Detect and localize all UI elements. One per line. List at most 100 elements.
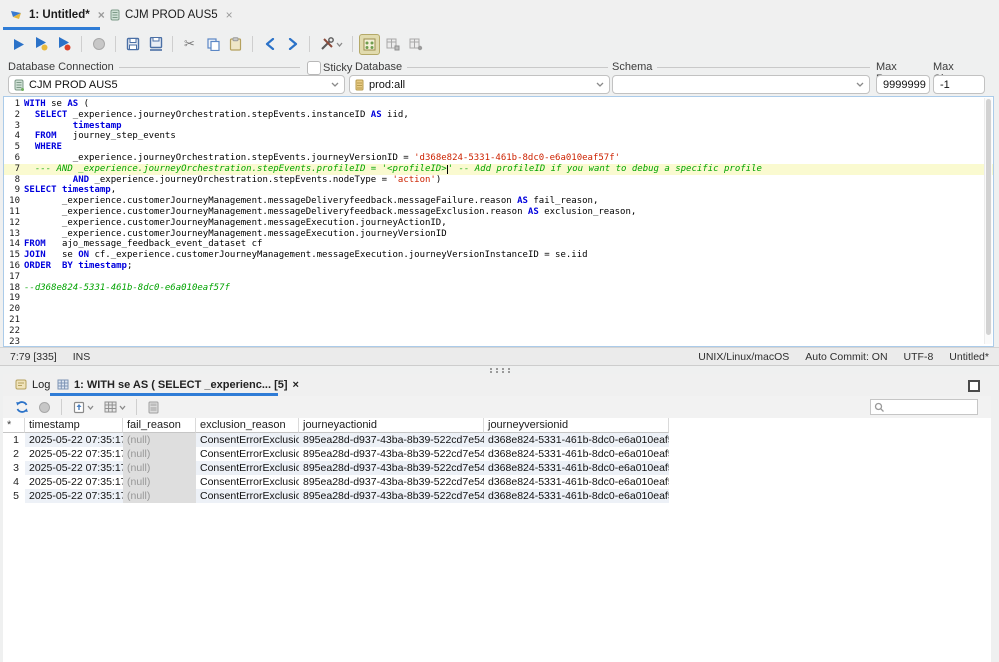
schema-dropdown[interactable]: [612, 75, 870, 94]
column-header-fail_reason[interactable]: fail_reason: [123, 418, 196, 433]
table-row[interactable]: 12025-05-22 07:35:17(null)ConsentErrorEx…: [3, 433, 669, 447]
editor-line[interactable]: 2 SELECT _experience.journeyOrchestratio…: [4, 110, 993, 121]
table-filter-icon[interactable]: [382, 34, 403, 55]
row-number[interactable]: 5: [3, 489, 25, 503]
back-icon[interactable]: [259, 34, 280, 55]
cell-exclusion_reason[interactable]: ConsentErrorExclusion: [196, 489, 299, 503]
view-mode-button[interactable]: [100, 397, 130, 418]
cell-journeyversionid[interactable]: d368e824-5331-461b-8dc0-e6a010eaf57f: [484, 447, 669, 461]
cell-timestamp[interactable]: 2025-05-22 07:35:17: [25, 433, 123, 447]
tools-menu-button[interactable]: [316, 34, 346, 55]
cell-journeyactionid[interactable]: 895ea28d-d937-43ba-8b39-522cd7e547cf: [299, 489, 484, 503]
table-row[interactable]: 32025-05-22 07:35:17(null)ConsentErrorEx…: [3, 461, 669, 475]
cell-journeyactionid[interactable]: 895ea28d-d937-43ba-8b39-522cd7e547cf: [299, 475, 484, 489]
cell-fail_reason[interactable]: (null): [123, 447, 196, 461]
editor-line[interactable]: 12 _experience.customerJourneyManagement…: [4, 218, 993, 229]
cell-fail_reason[interactable]: (null): [123, 489, 196, 503]
cell-timestamp[interactable]: 2025-05-22 07:35:17: [25, 489, 123, 503]
paste-icon[interactable]: [225, 34, 246, 55]
editor-line[interactable]: 3 timestamp: [4, 121, 993, 132]
cell-fail_reason[interactable]: (null): [123, 433, 196, 447]
cell-fail_reason[interactable]: (null): [123, 461, 196, 475]
cell-exclusion_reason[interactable]: ConsentErrorExclusion: [196, 433, 299, 447]
sticky-checkbox[interactable]: [307, 61, 321, 75]
editor-line[interactable]: 22: [4, 326, 993, 337]
column-header-timestamp[interactable]: timestamp: [25, 418, 123, 433]
editor-line[interactable]: 18--d368e824-5331-461b-8dc0-e6a010eaf57f: [4, 283, 993, 294]
connection-dropdown[interactable]: CJM PROD AUS5: [8, 75, 345, 94]
panel-splitter[interactable]: [0, 366, 999, 374]
table-lock-icon[interactable]: [405, 34, 426, 55]
editor-line[interactable]: 6 _experience.journeyOrchestration.stepE…: [4, 153, 993, 164]
editor-line[interactable]: 20: [4, 304, 993, 315]
maximize-panel-button[interactable]: [968, 380, 980, 392]
row-number[interactable]: 4: [3, 475, 25, 489]
cell-timestamp[interactable]: 2025-05-22 07:35:17: [25, 461, 123, 475]
tab-untitled[interactable]: 1: Untitled* ×: [6, 3, 109, 27]
export-data-button[interactable]: [68, 397, 98, 418]
close-icon[interactable]: ×: [293, 379, 299, 391]
editor-line[interactable]: 14FROM ajo_message_feedback_event_datase…: [4, 239, 993, 250]
close-icon[interactable]: ×: [98, 8, 105, 22]
row-number[interactable]: 1: [3, 433, 25, 447]
max-chars-input[interactable]: -1: [933, 75, 985, 94]
database-dropdown[interactable]: prod:all: [349, 75, 610, 94]
close-icon[interactable]: ×: [226, 8, 233, 22]
cell-timestamp[interactable]: 2025-05-22 07:35:17: [25, 475, 123, 489]
cell-timestamp[interactable]: 2025-05-22 07:35:17: [25, 447, 123, 461]
sql-editor[interactable]: 1WITH se AS (2 SELECT _experience.journe…: [3, 96, 994, 347]
editor-line[interactable]: 23: [4, 337, 993, 347]
cell-journeyversionid[interactable]: d368e824-5331-461b-8dc0-e6a010eaf57f: [484, 475, 669, 489]
editor-line[interactable]: 11 _experience.customerJourneyManagement…: [4, 207, 993, 218]
run-all-button[interactable]: [8, 34, 29, 55]
form-view-button[interactable]: [143, 397, 164, 418]
tab-connection[interactable]: CJM PROD AUS5 ×: [106, 3, 237, 27]
editor-line[interactable]: 16ORDER BY timestamp;: [4, 261, 993, 272]
save-button[interactable]: [122, 34, 143, 55]
editor-line[interactable]: 17: [4, 272, 993, 283]
editor-line[interactable]: 19: [4, 293, 993, 304]
column-header-exclusion_reason[interactable]: exclusion_reason: [196, 418, 299, 433]
column-header-journeyactionid[interactable]: journeyactionid: [299, 418, 484, 433]
table-row[interactable]: 42025-05-22 07:35:17(null)ConsentErrorEx…: [3, 475, 669, 489]
column-header-journeyversionid[interactable]: journeyversionid: [484, 418, 669, 433]
editor-line[interactable]: 15JOIN se ON cf._experience.customerJour…: [4, 250, 993, 261]
editor-line[interactable]: 1WITH se AS (: [4, 99, 993, 110]
editor-line[interactable]: 5 WHERE: [4, 142, 993, 153]
auto-completion-toggle[interactable]: [359, 34, 380, 55]
copy-icon[interactable]: [202, 34, 223, 55]
run-current-button[interactable]: [54, 34, 75, 55]
cell-fail_reason[interactable]: (null): [123, 475, 196, 489]
save-as-button[interactable]: [145, 34, 166, 55]
cancel-retrieve-button[interactable]: [34, 397, 55, 418]
editor-line[interactable]: 13 _experience.customerJourneyManagement…: [4, 229, 993, 240]
row-number[interactable]: 3: [3, 461, 25, 475]
max-rows-input[interactable]: 9999999: [876, 75, 930, 94]
cell-journeyactionid[interactable]: 895ea28d-d937-43ba-8b39-522cd7e547cf: [299, 461, 484, 475]
cell-exclusion_reason[interactable]: ConsentErrorExclusion: [196, 461, 299, 475]
cell-journeyactionid[interactable]: 895ea28d-d937-43ba-8b39-522cd7e547cf: [299, 433, 484, 447]
editor-line[interactable]: 21: [4, 315, 993, 326]
row-number[interactable]: 2: [3, 447, 25, 461]
table-row[interactable]: 52025-05-22 07:35:17(null)ConsentErrorEx…: [3, 489, 669, 503]
tab-log[interactable]: Log: [11, 375, 54, 394]
tab-result-1[interactable]: 1: WITH se AS ( SELECT _experienc... [5]…: [53, 375, 303, 394]
scrollbar-thumb[interactable]: [986, 99, 991, 335]
editor-scrollbar[interactable]: [984, 98, 992, 344]
table-row[interactable]: 22025-05-22 07:35:17(null)ConsentErrorEx…: [3, 447, 669, 461]
editor-line[interactable]: 9SELECT timestamp,: [4, 185, 993, 196]
cell-journeyversionid[interactable]: d368e824-5331-461b-8dc0-e6a010eaf57f: [484, 433, 669, 447]
cut-icon[interactable]: ✂: [179, 34, 200, 55]
cell-journeyversionid[interactable]: d368e824-5331-461b-8dc0-e6a010eaf57f: [484, 489, 669, 503]
result-filter-input[interactable]: [870, 399, 978, 415]
cell-journeyactionid[interactable]: 895ea28d-d937-43ba-8b39-522cd7e547cf: [299, 447, 484, 461]
cell-exclusion_reason[interactable]: ConsentErrorExclusion: [196, 475, 299, 489]
stop-button[interactable]: [88, 34, 109, 55]
table-corner-cell[interactable]: *: [3, 418, 25, 433]
cell-journeyversionid[interactable]: d368e824-5331-461b-8dc0-e6a010eaf57f: [484, 461, 669, 475]
editor-line[interactable]: 10 _experience.customerJourneyManagement…: [4, 196, 993, 207]
cell-exclusion_reason[interactable]: ConsentErrorExclusion: [196, 447, 299, 461]
editor-line[interactable]: 4 FROM journey_step_events: [4, 131, 993, 142]
run-selected-button[interactable]: [31, 34, 52, 55]
forward-icon[interactable]: [282, 34, 303, 55]
